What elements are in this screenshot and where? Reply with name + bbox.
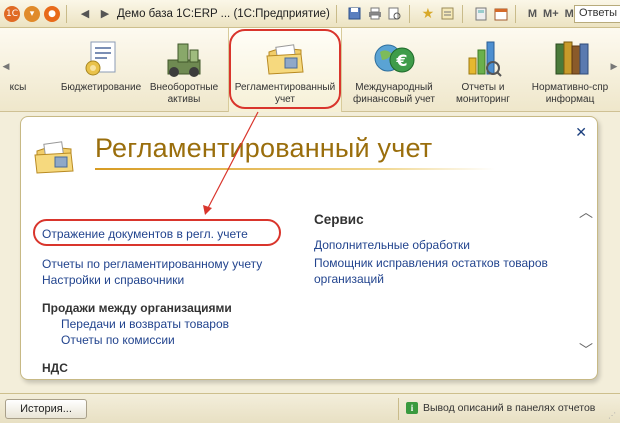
status-bar: История... i Вывод описаний в панелях от…	[0, 393, 620, 423]
history-button[interactable]: История...	[5, 399, 87, 419]
info-icon: i	[406, 402, 418, 414]
status-info-text: Вывод описаний в панелях отчетов	[423, 402, 596, 414]
status-separator	[398, 398, 399, 420]
status-info-message: i Вывод описаний в панелях отчетов	[406, 402, 595, 414]
annotation-arrow	[203, 111, 259, 215]
resize-grip-icon[interactable]: ⋰	[608, 411, 618, 421]
